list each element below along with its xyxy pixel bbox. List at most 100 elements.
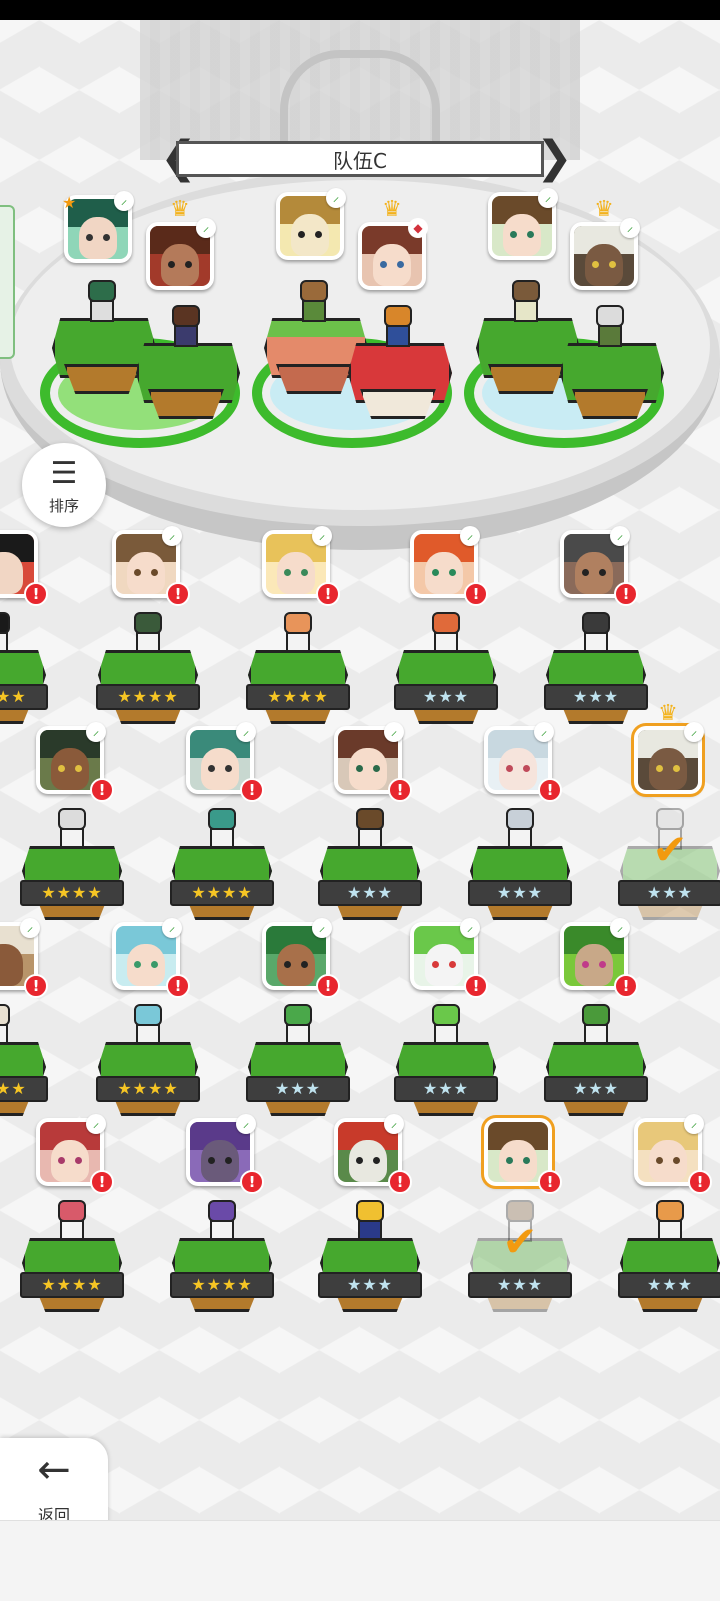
alert-badge-icon: ! bbox=[614, 582, 638, 606]
roster-unit[interactable]: ★★★ bbox=[544, 1004, 648, 1134]
roster-unit[interactable]: ★★★ bbox=[468, 808, 572, 938]
roster-portrait[interactable]: ⸝! bbox=[560, 918, 638, 998]
sort-button[interactable]: ☰ 排序 bbox=[22, 443, 106, 527]
rarity-stars: ★★★★ bbox=[20, 880, 124, 906]
roster-unit[interactable]: ★★★ bbox=[394, 612, 498, 742]
roster-unit[interactable]: ★★★★ bbox=[0, 1004, 48, 1134]
leaf-icon: ⸝ bbox=[162, 918, 182, 938]
alert-badge-icon: ! bbox=[24, 974, 48, 998]
rarity-stars: ★★★★ bbox=[0, 684, 48, 710]
roster-portrait[interactable]: ⸝! bbox=[36, 1114, 114, 1194]
rarity-stars: ★★★★ bbox=[170, 1272, 274, 1298]
leaf-icon: ⸝ bbox=[236, 722, 256, 742]
alert-badge-icon: ! bbox=[24, 582, 48, 606]
leaf-icon: ⸝ bbox=[384, 722, 404, 742]
roster-unit[interactable]: ★★★★ bbox=[20, 808, 124, 938]
leaf-icon: ⸝ bbox=[312, 526, 332, 546]
roster-portrait[interactable]: ⸝! bbox=[634, 1114, 712, 1194]
leaf-icon: ⸝ bbox=[460, 526, 480, 546]
fire-element-icon: ◆ bbox=[408, 218, 428, 238]
roster-unit[interactable]: ★★★★ bbox=[170, 808, 274, 938]
roster-portrait[interactable]: ⸝! bbox=[334, 722, 412, 802]
roster-unit[interactable]: ★★★ bbox=[318, 1200, 422, 1330]
team-portrait-2[interactable]: ♛ ⸝ bbox=[146, 199, 216, 290]
alert-badge-icon: ! bbox=[388, 1170, 412, 1194]
roster-unit[interactable]: ★★★★ bbox=[20, 1200, 124, 1330]
roster-portrait[interactable]: ⸝! bbox=[112, 526, 190, 606]
leader-star-icon: ★ bbox=[62, 193, 77, 212]
team-portrait-4[interactable]: ♛ ◆ bbox=[358, 199, 428, 290]
roster-unit[interactable]: ★★★★ bbox=[96, 1004, 200, 1134]
leaf-icon: ⸝ bbox=[620, 218, 640, 238]
alert-badge-icon: ! bbox=[464, 582, 488, 606]
roster-portrait[interactable]: ⸝! bbox=[334, 1114, 412, 1194]
roster-unit-in-team[interactable]: ✔ ★★★ bbox=[618, 808, 720, 938]
leaf-icon: ⸝ bbox=[20, 918, 40, 938]
rarity-stars: ★★★★ bbox=[96, 1076, 200, 1102]
team-portrait-3[interactable]: ⸝ bbox=[276, 188, 346, 260]
roster-unit[interactable]: ★★★ bbox=[618, 1200, 720, 1330]
rarity-stars: ★★★★ bbox=[170, 880, 274, 906]
roster-unit[interactable]: ★★★ bbox=[246, 1004, 350, 1134]
rarity-stars: ★★★ bbox=[394, 684, 498, 710]
leaf-icon: ⸝ bbox=[460, 918, 480, 938]
checkmark-icon: ✔ bbox=[652, 825, 688, 874]
rarity-stars: ★★★ bbox=[318, 880, 422, 906]
roster-portrait[interactable]: ! bbox=[0, 530, 48, 606]
arena-unit-1b[interactable] bbox=[134, 305, 240, 435]
crown-icon: ♛ bbox=[170, 197, 190, 222]
team-selector: ❮ 队伍C ❯ bbox=[160, 136, 573, 181]
roster-portrait[interactable]: ⸝! bbox=[0, 918, 48, 998]
roster-unit[interactable]: ★★★★ bbox=[96, 612, 200, 742]
leaf-icon: ⸝ bbox=[114, 191, 134, 211]
roster-unit[interactable]: ★★★★ bbox=[170, 1200, 274, 1330]
team-portrait-5[interactable]: ⸝ bbox=[488, 188, 558, 260]
leaf-icon: ⸝ bbox=[86, 1114, 106, 1134]
team-name: 队伍C bbox=[176, 141, 544, 177]
roster-portrait-selected[interactable]: ♛ ⸝ bbox=[634, 703, 704, 794]
roster-portrait[interactable]: ⸝! bbox=[484, 722, 562, 802]
arena-unit-3b[interactable] bbox=[558, 305, 664, 435]
rarity-stars: ★★★ bbox=[318, 1272, 422, 1298]
alert-badge-icon: ! bbox=[316, 582, 340, 606]
alert-badge-icon: ! bbox=[316, 974, 340, 998]
roster-portrait-selected[interactable]: ! bbox=[484, 1118, 562, 1194]
crown-icon: ♛ bbox=[658, 701, 678, 726]
roster-unit[interactable]: ★★★★ bbox=[0, 612, 48, 742]
next-team-button[interactable]: ❯ bbox=[536, 136, 573, 181]
roster-unit[interactable]: ★★★ bbox=[394, 1004, 498, 1134]
arena-unit-2b[interactable] bbox=[346, 305, 452, 435]
roster-portrait[interactable]: ⸝! bbox=[410, 526, 488, 606]
roster-portrait[interactable]: ⸝! bbox=[410, 918, 488, 998]
roster-portrait[interactable]: ⸝! bbox=[186, 722, 264, 802]
team-portrait-1[interactable]: ★ ⸝ bbox=[62, 191, 134, 263]
roster-portrait[interactable]: ⸝! bbox=[36, 722, 114, 802]
leaf-icon: ⸝ bbox=[610, 526, 630, 546]
roster-portrait[interactable]: ⸝! bbox=[262, 526, 340, 606]
leaf-icon: ⸝ bbox=[312, 918, 332, 938]
roster-unit[interactable]: ★★★★ bbox=[246, 612, 350, 742]
leaf-icon: ⸝ bbox=[196, 218, 216, 238]
roster-unit-in-team[interactable]: ✔ ★★★ bbox=[468, 1200, 572, 1330]
alert-badge-icon: ! bbox=[614, 974, 638, 998]
roster-portrait[interactable]: ⸝! bbox=[560, 526, 638, 606]
alert-badge-icon: ! bbox=[166, 582, 190, 606]
roster-portrait[interactable]: ⸝! bbox=[112, 918, 190, 998]
status-bar bbox=[0, 0, 720, 20]
roster-portrait[interactable]: ⸝! bbox=[262, 918, 340, 998]
back-button[interactable]: ← 返回 bbox=[0, 1438, 108, 1520]
team-portrait-6[interactable]: ♛ ⸝ bbox=[570, 199, 640, 290]
leaf-icon: ⸝ bbox=[384, 1114, 404, 1134]
roster-unit[interactable]: ★★★ bbox=[318, 808, 422, 938]
navigation-bar bbox=[0, 1520, 720, 1601]
alert-badge-icon: ! bbox=[388, 778, 412, 802]
leaf-icon: ⸝ bbox=[684, 1114, 704, 1134]
rarity-stars: ★★★ bbox=[468, 880, 572, 906]
leaf-icon: ⸝ bbox=[236, 1114, 256, 1134]
leaf-icon: ⸝ bbox=[86, 722, 106, 742]
rarity-stars: ★★★ bbox=[618, 880, 720, 906]
rarity-stars: ★★★★ bbox=[20, 1272, 124, 1298]
roster-unit[interactable]: ★★★ bbox=[544, 612, 648, 742]
roster-portrait[interactable]: ⸝! bbox=[186, 1114, 264, 1194]
side-panel-tab[interactable] bbox=[0, 205, 15, 359]
